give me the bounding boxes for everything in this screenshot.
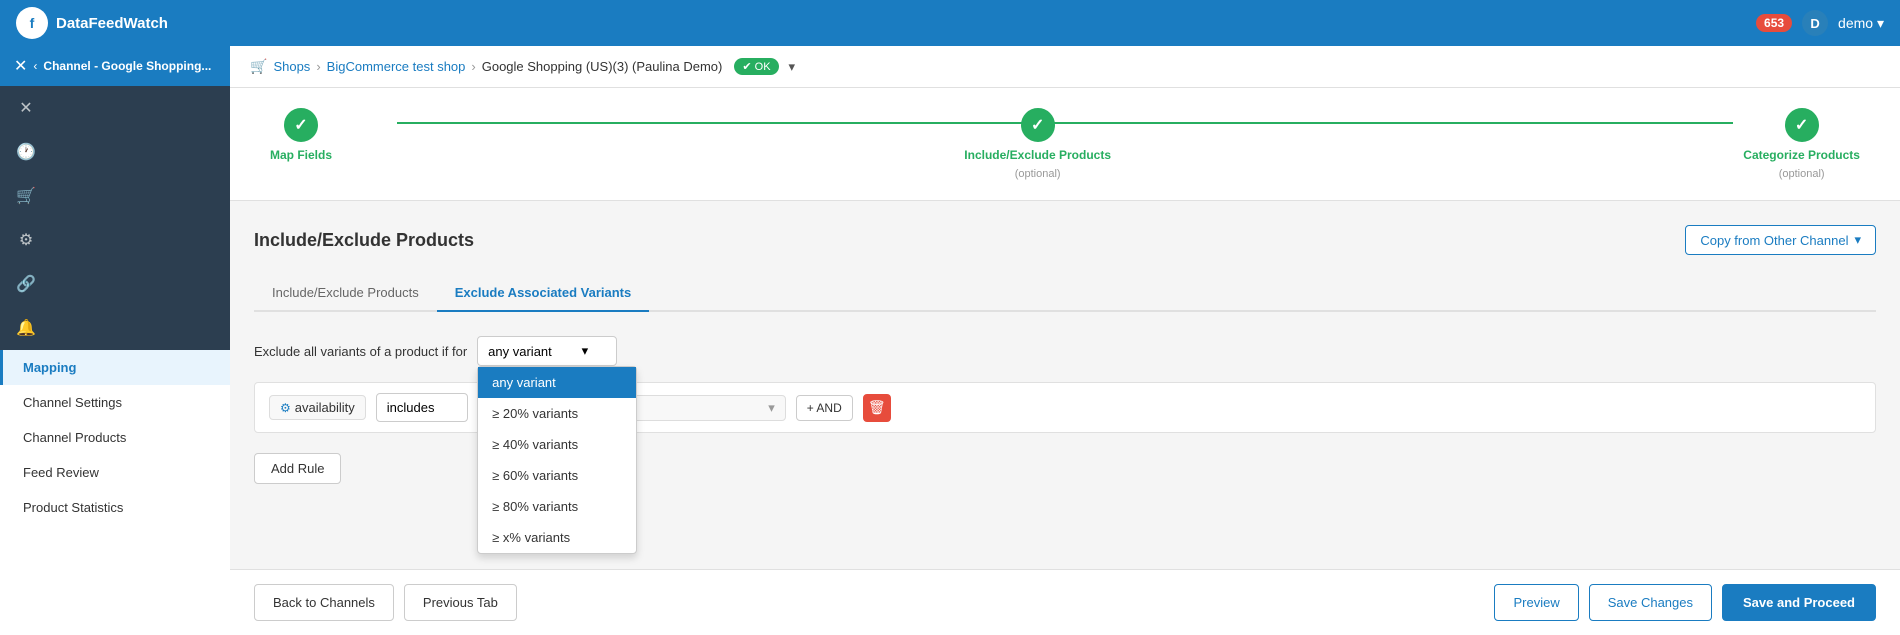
and-button[interactable]: + AND <box>796 395 853 421</box>
sidebar-icon-hook[interactable]: 🔗 <box>0 262 230 306</box>
dropdown-option-any-variant[interactable]: any variant <box>478 367 636 398</box>
sidebar-item-channel-settings[interactable]: Channel Settings <box>0 385 230 420</box>
delete-rule-button[interactable]: 🗑 <box>863 394 891 422</box>
sidebar-icon-cart[interactable]: 🛒 <box>0 174 230 218</box>
variant-select-container: any variant ▾ any variant ≥ 20% variants… <box>477 336 617 366</box>
step-label-categorize: Categorize Products <box>1743 148 1860 162</box>
section-header: Include/Exclude Products Copy from Other… <box>254 225 1876 255</box>
user-menu[interactable]: demo ▾ <box>1838 15 1884 32</box>
content-area: 🛒 Shops › BigCommerce test shop › Google… <box>230 46 1900 635</box>
status-dropdown-icon[interactable]: ▾ <box>789 59 796 75</box>
sidebar-icon-row: ✕ 🕐 🛒 ⚙ 🔗 🔔 <box>0 86 230 350</box>
close-icon[interactable]: ✕ <box>14 56 27 76</box>
dropdown-option-60pct[interactable]: ≥ 60% variants <box>478 460 636 491</box>
top-bar-right: 653 D demo ▾ <box>1756 10 1884 36</box>
breadcrumb-shops[interactable]: Shops <box>273 59 310 74</box>
stepper-steps: ✓ Map Fields ✓ Include/Exclude Products … <box>270 108 1860 180</box>
tab-include-exclude[interactable]: Include/Exclude Products <box>254 275 437 312</box>
breadcrumb-channel: Google Shopping (US)(3) (Paulina Demo) <box>482 59 723 74</box>
sidebar-item-channel-products[interactable]: Channel Products <box>0 420 230 455</box>
breadcrumb-shop[interactable]: BigCommerce test shop <box>327 59 466 74</box>
step-label-map-fields: Map Fields <box>270 148 332 162</box>
tab-exclude-variants[interactable]: Exclude Associated Variants <box>437 275 650 312</box>
add-rule-button[interactable]: Add Rule <box>254 453 341 484</box>
preview-button[interactable]: Preview <box>1494 584 1578 621</box>
section-title: Include/Exclude Products <box>254 230 474 251</box>
notification-badge[interactable]: 653 <box>1756 14 1792 32</box>
step-label-include-exclude: Include/Exclude Products <box>964 148 1111 162</box>
trash-icon: 🗑 <box>868 399 886 416</box>
variant-dropdown-popup: any variant ≥ 20% variants ≥ 40% variant… <box>477 366 637 554</box>
dropdown-option-xpct[interactable]: ≥ x% variants <box>478 522 636 553</box>
field-gear-icon: ⚙ <box>280 401 291 415</box>
sidebar-item-feed-review[interactable]: Feed Review <box>0 455 230 490</box>
variant-dropdown-arrow-icon: ▾ <box>582 343 589 359</box>
step-map-fields: ✓ Map Fields <box>270 108 332 162</box>
save-changes-button[interactable]: Save Changes <box>1589 584 1712 621</box>
footer-right-buttons: Preview Save Changes Save and Proceed <box>1494 584 1876 621</box>
step-sublabel-include-exclude: (optional) <box>1015 168 1061 180</box>
dropdown-arrow-icon: ▾ <box>1854 232 1861 248</box>
field-tag-availability: ⚙ availability <box>269 395 366 420</box>
dropdown-option-20pct[interactable]: ≥ 20% variants <box>478 398 636 429</box>
save-and-proceed-button[interactable]: Save and Proceed <box>1722 584 1876 621</box>
step-circle-include-exclude: ✓ <box>1021 108 1055 142</box>
progress-stepper: ✓ Map Fields ✓ Include/Exclude Products … <box>230 88 1900 201</box>
sidebar-nav: Mapping Channel Settings Channel Product… <box>0 350 230 635</box>
gear-icon: ⚙ <box>16 230 36 250</box>
tabs-bar: Include/Exclude Products Exclude Associa… <box>254 275 1876 312</box>
variant-condition-row: Exclude all variants of a product if for… <box>254 336 1876 366</box>
footer-left-buttons: Back to Channels Previous Tab <box>254 584 517 621</box>
dropdown-option-40pct[interactable]: ≥ 40% variants <box>478 429 636 460</box>
breadcrumb: 🛒 Shops › BigCommerce test shop › Google… <box>230 46 1900 88</box>
field-name-label: availability <box>295 400 355 415</box>
step-sublabel-categorize: (optional) <box>1779 168 1825 180</box>
variant-dropdown-button[interactable]: any variant ▾ <box>477 336 617 366</box>
cart-icon: 🛒 <box>16 186 36 206</box>
previous-tab-button[interactable]: Previous Tab <box>404 584 517 621</box>
sidebar: ✕ ‹ Channel - Google Shopping... ✕ 🕐 🛒 ⚙… <box>0 46 230 635</box>
copy-from-channel-button[interactable]: Copy from Other Channel ▾ <box>1685 225 1876 255</box>
sidebar-icon-clock[interactable]: 🕐 <box>0 130 230 174</box>
breadcrumb-cart-icon: 🛒 <box>250 58 267 75</box>
variant-selected-value: any variant <box>488 344 552 359</box>
hook-icon: 🔗 <box>16 274 36 294</box>
sidebar-item-product-statistics[interactable]: Product Statistics <box>0 490 230 525</box>
bell-icon: 🔔 <box>16 318 36 338</box>
exclude-label: Exclude all variants of a product if for <box>254 344 467 359</box>
channel-name-label: Channel - Google Shopping... <box>43 59 211 73</box>
chevron-icon: ‹ <box>33 59 37 73</box>
main-layout: ✕ ‹ Channel - Google Shopping... ✕ 🕐 🛒 ⚙… <box>0 46 1900 635</box>
sidebar-icon-close[interactable]: ✕ <box>0 86 230 130</box>
top-bar-left: f DataFeedWatch <box>16 7 168 39</box>
status-badge: ✔ OK <box>734 58 778 75</box>
page-content: Include/Exclude Products Copy from Other… <box>230 201 1900 569</box>
step-circle-map-fields: ✓ <box>284 108 318 142</box>
footer-bar: Back to Channels Previous Tab Preview Sa… <box>230 569 1900 635</box>
clock-icon: 🕐 <box>16 142 36 162</box>
logo-text: DataFeedWatch <box>56 15 168 32</box>
sidebar-header: ✕ ‹ Channel - Google Shopping... <box>0 46 230 86</box>
user-avatar[interactable]: D <box>1802 10 1828 36</box>
sidebar-icon-gear[interactable]: ⚙ <box>0 218 230 262</box>
dropdown-option-80pct[interactable]: ≥ 80% variants <box>478 491 636 522</box>
x-icon: ✕ <box>16 98 36 118</box>
step-categorize: ✓ Categorize Products (optional) <box>1743 108 1860 180</box>
sidebar-item-mapping[interactable]: Mapping <box>0 350 230 385</box>
step-circle-categorize: ✓ <box>1785 108 1819 142</box>
sidebar-icon-bell[interactable]: 🔔 <box>0 306 230 350</box>
logo-icon: f <box>16 7 48 39</box>
step-include-exclude: ✓ Include/Exclude Products (optional) <box>964 108 1111 180</box>
top-bar: f DataFeedWatch 653 D demo ▾ <box>0 0 1900 46</box>
value-dropdown-arrow: ▾ <box>768 400 775 416</box>
back-to-channels-button[interactable]: Back to Channels <box>254 584 394 621</box>
condition-select[interactable]: includes excludes <box>376 393 468 422</box>
